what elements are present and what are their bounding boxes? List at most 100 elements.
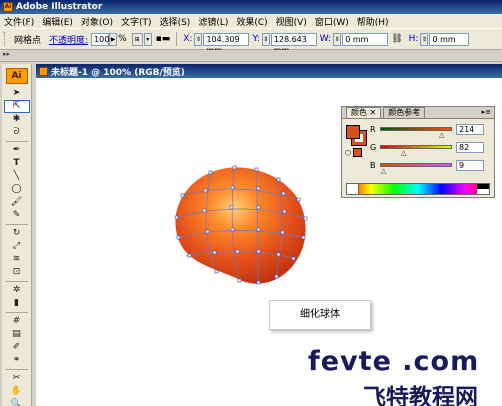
tab-color[interactable]: 颜色 ✕ — [346, 107, 382, 118]
opacity-input[interactable]: 100 — [91, 32, 109, 46]
x-input[interactable]: 104.309 mm — [203, 32, 250, 55]
red-slider[interactable]: △ — [380, 127, 452, 139]
opacity-link[interactable]: 不透明度: — [49, 33, 88, 46]
green-input[interactable]: 82 — [456, 141, 484, 153]
menu-help[interactable]: 帮助(H) — [357, 15, 389, 28]
lasso-tool-icon[interactable]: ᘐ — [4, 126, 30, 139]
mesh-tool-icon[interactable]: # — [4, 315, 30, 328]
selection-tool-icon[interactable]: ➤ — [4, 87, 30, 100]
green-slider-handle-icon[interactable]: △ — [401, 150, 406, 157]
y-input[interactable]: 128.643 mm — [270, 32, 317, 55]
green-slider[interactable]: △ — [380, 145, 452, 157]
control-bar-grip[interactable] — [4, 32, 8, 46]
gradient-tool-icon[interactable]: ▤ — [4, 328, 30, 341]
scissors-tool-icon[interactable]: ✂ — [4, 372, 30, 385]
x-stepper-icon[interactable]: ⇕ — [194, 32, 203, 46]
menu-filter[interactable]: 滤镜(L) — [198, 15, 228, 28]
black-white-swatch[interactable] — [477, 184, 489, 194]
blue-input[interactable]: 9 — [456, 159, 484, 171]
line-tool-icon[interactable]: ╲ — [4, 170, 30, 183]
w-label: W: — [319, 34, 332, 44]
y-label: Y: — [252, 34, 260, 44]
menu-view[interactable]: 视图(V) — [276, 15, 307, 28]
divider — [5, 141, 28, 142]
chevron-down-icon[interactable]: ▾ — [143, 32, 152, 46]
cube-icon[interactable]: ⬡ — [345, 149, 351, 157]
type-tool-icon[interactable]: T — [4, 157, 30, 170]
artboard-canvas[interactable]: 颜色 ✕ 颜色参考 ▸≡ ⬡ R △ 214 G △ 82 B △ 9 细化球体… — [36, 78, 502, 406]
menu-edit[interactable]: 编辑(E) — [42, 15, 73, 28]
watermark-line1: fevte .com — [308, 346, 480, 377]
y-stepper-icon[interactable]: ⇕ — [261, 32, 270, 46]
green-slider-row: G △ 82 — [370, 141, 494, 157]
menu-effect[interactable]: 效果(C) — [236, 15, 267, 28]
illustrator-app-icon: Ai — [3, 2, 13, 12]
blue-slider[interactable]: △ — [380, 163, 452, 175]
h-stepper-icon[interactable]: ⇕ — [420, 32, 429, 46]
scale-tool-icon[interactable]: ⤢ — [4, 240, 30, 253]
mode-label: 网格点 — [14, 35, 42, 46]
tooltip: 细化球体 — [269, 300, 371, 330]
divider — [5, 312, 28, 313]
transform-link-icon[interactable]: ▪▬ — [156, 34, 171, 44]
direct-selection-tool-icon[interactable]: ⇱ — [3, 100, 30, 113]
blend-tool-icon[interactable]: ⚭ — [4, 354, 30, 367]
ai-logo: Ai — [5, 68, 28, 84]
pencil-tool-icon[interactable]: ✎ — [4, 209, 30, 222]
blue-label: B — [370, 160, 376, 170]
opacity-dropdown-icon[interactable]: ▶ — [109, 32, 118, 46]
zoom-tool-icon[interactable]: 🔍 — [4, 398, 30, 406]
control-bar: 网格点 不透明度: 100 ▶ % ⊞ ▾ ▪▬ X: ⇕ 104.309 mm… — [0, 28, 502, 55]
red-slider-handle-icon[interactable]: △ — [439, 132, 444, 139]
reference-point-icon[interactable]: ⊞ — [131, 32, 143, 46]
red-label: R — [370, 124, 376, 134]
menu-object[interactable]: 对象(O) — [81, 15, 113, 28]
opacity-unit: % — [118, 34, 127, 44]
rotate-tool-icon[interactable]: ↻ — [4, 227, 30, 240]
blue-slider-handle-icon[interactable]: △ — [381, 168, 386, 175]
document-title-bar: 未标题-1 @ 100% (RGB/预览) — [36, 64, 502, 78]
panel-menu-icon[interactable]: ▸≡ — [482, 108, 491, 116]
color-panel: 颜色 ✕ 颜色参考 ▸≡ ⬡ R △ 214 G △ 82 B △ 9 — [341, 106, 495, 198]
menu-file[interactable]: 文件(F) — [4, 15, 34, 28]
menu-bar: 文件(F) 编辑(E) 对象(O) 文字(T) 选择(S) 滤镜(L) 效果(C… — [0, 14, 502, 28]
toolbox: Ai ➤ ⇱ ✱ ᘐ ✒ T ╲ ◯ 🖌 ✎ ↻ ⤢ ≋ ⊡ ✲ ▮ # ▤ ✐… — [2, 64, 32, 406]
close-icon[interactable]: ✕ — [370, 108, 377, 117]
document-title: 未标题-1 @ 100% (RGB/预览) — [51, 67, 185, 78]
divider — [176, 32, 178, 46]
menu-type[interactable]: 文字(T) — [121, 15, 152, 28]
web-safe-swatch[interactable] — [353, 148, 362, 157]
panel-dock-strip: ▸▸ — [0, 50, 502, 62]
pen-tool-icon[interactable]: ✒ — [4, 144, 30, 157]
watermark-line2: 飞特教程网 — [363, 385, 478, 406]
w-input[interactable]: 0 mm — [342, 32, 389, 46]
magic-wand-tool-icon[interactable]: ✱ — [4, 113, 30, 126]
constrain-link-icon[interactable]: ⛓ — [391, 34, 402, 44]
paintbrush-tool-icon[interactable]: 🖌 — [4, 196, 30, 209]
document-icon — [39, 66, 48, 76]
color-panel-tabs: 颜色 ✕ 颜色参考 ▸≡ — [342, 107, 494, 119]
h-input[interactable]: 0 mm — [429, 32, 470, 46]
menu-select[interactable]: 选择(S) — [160, 15, 191, 28]
menu-window[interactable]: 窗口(W) — [315, 15, 349, 28]
hand-tool-icon[interactable]: ✋ — [4, 385, 30, 398]
symbol-sprayer-tool-icon[interactable]: ✲ — [4, 284, 30, 297]
tab-color-guide[interactable]: 颜色参考 — [383, 107, 426, 118]
divider — [5, 369, 28, 370]
eyedropper-tool-icon[interactable]: ✐ — [4, 341, 30, 354]
blue-slider-row: B △ 9 — [370, 159, 494, 175]
divider — [5, 224, 28, 225]
fill-swatch[interactable] — [346, 125, 360, 139]
graph-tool-icon[interactable]: ▮ — [4, 297, 30, 310]
app-title-bar: Ai Adobe Illustrator — [0, 0, 502, 14]
ellipse-tool-icon[interactable]: ◯ — [4, 183, 30, 196]
w-stepper-icon[interactable]: ⇕ — [333, 32, 342, 46]
warp-tool-icon[interactable]: ≋ — [4, 253, 30, 266]
expand-arrows-icon[interactable]: ▸▸ — [3, 50, 10, 58]
mesh-object[interactable] — [175, 167, 306, 284]
free-transform-tool-icon[interactable]: ⊡ — [4, 266, 30, 279]
red-input[interactable]: 214 — [456, 123, 484, 135]
color-spectrum[interactable] — [346, 183, 490, 195]
none-swatch[interactable] — [347, 184, 359, 194]
x-label: X: — [183, 34, 193, 44]
